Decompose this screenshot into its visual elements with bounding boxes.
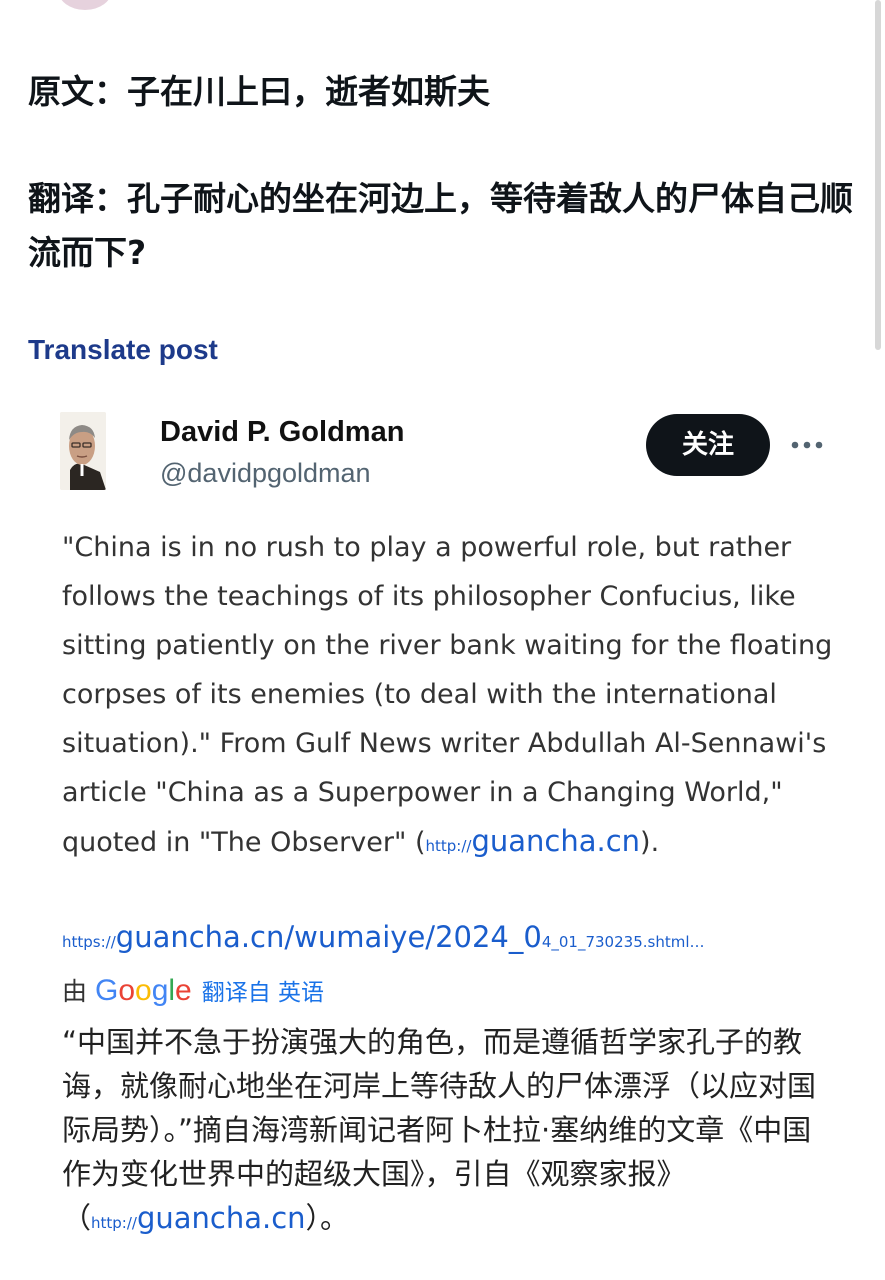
author-photo <box>60 412 106 490</box>
author-avatar[interactable] <box>60 412 106 490</box>
translated-by-google: 由 Google 翻译自 英语 <box>62 972 324 1008</box>
translated-tweet-body: “中国并不急于扮演强大的角色，而是遵循哲学家孔子的教诲，就像耐心地坐在河岸上等待… <box>62 1020 822 1245</box>
translate-post-link[interactable]: Translate post <box>28 334 218 366</box>
tweet-body-end: ). <box>640 827 660 858</box>
translated-inline-link[interactable]: http://guancha.cn <box>91 1201 306 1235</box>
post-original-text: 原文：子在川上曰，逝者如斯夫 <box>28 72 490 111</box>
user-avatar[interactable] <box>58 0 112 10</box>
by-label: 由 <box>62 977 88 1006</box>
tweet-body-text: "China is in no rush to play a powerful … <box>62 532 833 858</box>
more-horizontal-icon[interactable] <box>790 428 824 462</box>
follow-button[interactable]: 关注 <box>646 414 770 476</box>
inline-link[interactable]: http://guancha.cn <box>426 824 641 858</box>
article-url-link[interactable]: https://guancha.cn/wumaiye/2024_04_01_73… <box>62 920 862 954</box>
author-name[interactable]: David P. Goldman <box>160 416 404 449</box>
translated-end: ）。 <box>305 1201 350 1235</box>
author-handle[interactable]: @davidpgoldman <box>160 458 371 489</box>
scrollbar[interactable] <box>875 0 881 350</box>
post-translation-text: 翻译：孔子耐心的坐在河边上，等待着敌人的尸体自己顺流而下? <box>28 179 853 272</box>
quoted-tweet-body: "China is in no rush to play a powerful … <box>62 523 852 871</box>
google-logo: Google <box>94 974 192 1007</box>
translated-from-label[interactable]: 翻译自 英语 <box>202 980 324 1006</box>
